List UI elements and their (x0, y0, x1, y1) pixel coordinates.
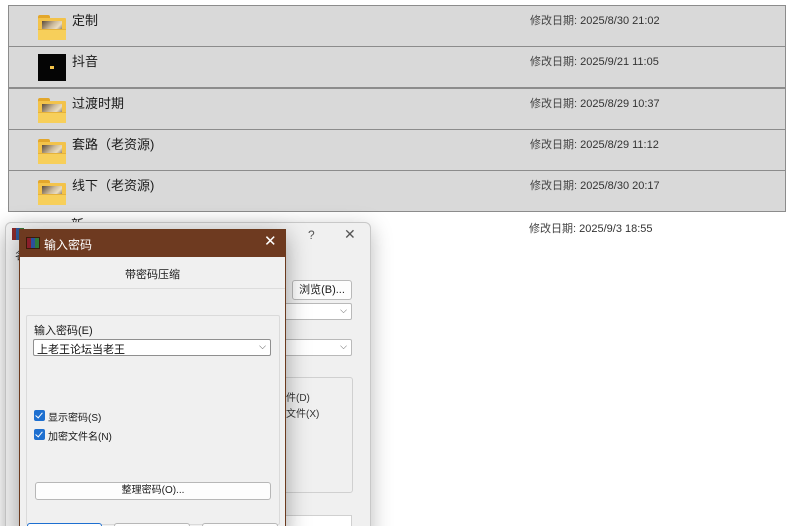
folder-thumbnail-icon (38, 137, 66, 164)
file-row-dingzhi[interactable]: 定制 修改日期: 2025/8/30 21:02 (8, 5, 786, 47)
chevron-down-icon: ⌵ (340, 341, 347, 351)
modified-date: 修改日期: 2025/8/30 21:02 (530, 15, 660, 27)
file-name: 过渡时期 (72, 96, 125, 111)
file-row-guodu[interactable]: 过渡时期 修改日期: 2025/8/29 10:37 (8, 88, 786, 130)
close-icon[interactable]: ✕ (344, 226, 356, 243)
show-password-checkbox[interactable]: 显示密码(S) (34, 409, 154, 424)
modified-date: 修改日期: 2025/8/30 20:17 (530, 180, 660, 192)
checkbox-checked-icon (34, 429, 45, 440)
encrypt-filenames-checkbox[interactable]: 加密文件名(N) (34, 428, 154, 443)
checkbox-label: 加密文件名(N) (48, 432, 112, 443)
screen: 定制 修改日期: 2025/8/30 21:02 抖音 修改日期: 2025/9… (0, 0, 800, 526)
file-row-taolu[interactable]: 套路（老资源) 修改日期: 2025/8/29 11:12 (8, 129, 786, 171)
file-row-xianxia[interactable]: 线下（老资源) 修改日期: 2025/8/30 20:17 (8, 170, 786, 212)
folder-thumbnail-icon (38, 178, 66, 205)
file-row-douyin[interactable]: 抖音 修改日期: 2025/9/21 11:05 (8, 46, 786, 88)
password-value: 上老王论坛当老王 (37, 344, 125, 356)
password-input[interactable]: 上老王论坛当老王 ⌵ (33, 339, 271, 356)
enter-password-dialog: 输入密码 ✕ 带密码压缩 输入密码(E) 上老王论坛当老王 ⌵ 显示密码(S) … (19, 229, 286, 526)
help-icon[interactable]: ? (308, 228, 315, 242)
modified-date: 修改日期: 2025/8/29 10:37 (530, 98, 660, 110)
file-name: 线下（老资源) (72, 178, 155, 193)
winrar-icon (26, 237, 40, 249)
modified-date: 修改日期: 2025/8/29 11:12 (530, 139, 659, 151)
close-icon[interactable]: ✕ (264, 234, 277, 250)
password-label: 输入密码(E) (34, 325, 93, 337)
modified-date: 修改日期: 2025/9/21 11:05 (530, 56, 659, 68)
modified-date: 修改日期: 2025/9/3 18:55 (529, 223, 653, 235)
file-name: 套路（老资源) (72, 137, 155, 152)
file-name: 抖音 (72, 54, 99, 69)
checkbox-checked-icon (34, 410, 45, 421)
organize-passwords-button[interactable]: 整理密码(O)... (35, 482, 271, 500)
folder-thumbnail-icon (38, 13, 66, 40)
chevron-down-icon: ⌵ (340, 305, 347, 315)
checkbox-label: 显示密码(S) (48, 413, 102, 424)
browse-button[interactable]: 浏览(B)... (292, 280, 352, 300)
dialog-header: 带密码压缩 (125, 269, 180, 281)
folder-thumbnail-icon (38, 96, 66, 123)
title-bar: 输入密码 ✕ (20, 230, 285, 257)
black-thumbnail-icon (38, 54, 66, 81)
dialog-title: 输入密码 (44, 238, 93, 252)
divider (20, 288, 285, 289)
file-name: 定制 (72, 13, 99, 28)
chevron-down-icon[interactable]: ⌵ (259, 341, 266, 352)
